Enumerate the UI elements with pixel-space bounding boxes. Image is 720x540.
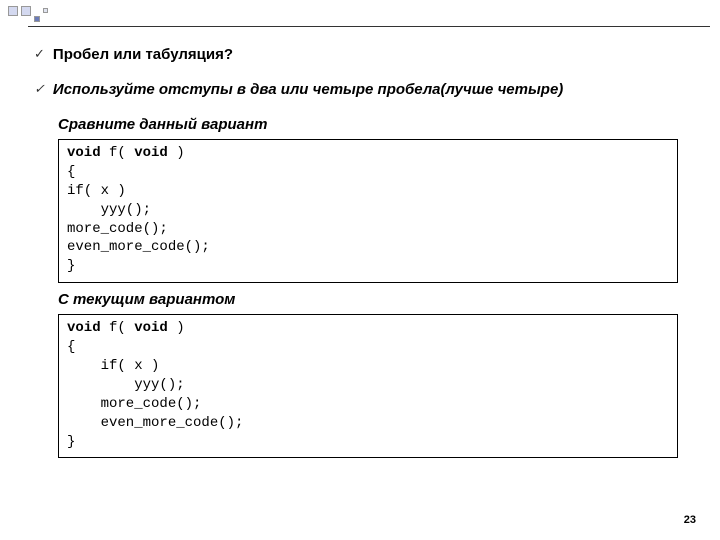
code-block-2: void f( void ) { if( x ) yyy(); more_cod… [58, 314, 678, 458]
code-keyword: void [67, 145, 101, 161]
code-line: if( x ) [67, 183, 126, 199]
code-text: ) [168, 145, 185, 161]
code-text: f( [101, 320, 135, 336]
code-line: { [67, 164, 75, 180]
check-icon: ✓ [34, 46, 45, 62]
code-line: } [67, 434, 75, 450]
compare-heading-1: Сравните данный вариант [58, 116, 678, 133]
code-text: f( [101, 145, 135, 161]
code-keyword: void [134, 320, 168, 336]
page-number: 23 [684, 514, 696, 526]
bullet-heading-1: ✓ Пробел или табуляция? [58, 46, 678, 63]
slide-decoration [8, 6, 48, 22]
code-line: yyy(); [67, 202, 151, 218]
code-keyword: void [67, 320, 101, 336]
deco-square [21, 6, 31, 16]
slide-content: ✓ Пробел или табуляция? ✓ Используйте от… [0, 0, 720, 458]
compare-heading-2: С текущим вариантом [58, 291, 678, 308]
code-block-1: void f( void ) { if( x ) yyy(); more_cod… [58, 139, 678, 283]
code-text: ) [168, 320, 185, 336]
code-line: even_more_code(); [67, 415, 243, 431]
code-line: } [67, 258, 75, 274]
deco-square [8, 6, 18, 16]
code-line: more_code(); [67, 221, 168, 237]
horizontal-rule [28, 26, 710, 27]
bullet-text: Пробел или табуляция? [53, 46, 233, 63]
deco-square-small [34, 16, 40, 22]
code-line: yyy(); [67, 377, 185, 393]
deco-square-tiny [43, 8, 48, 13]
check-icon: ✓ [34, 81, 45, 97]
bullet-heading-2: ✓ Используйте отступы в два или четыре п… [58, 81, 678, 98]
code-line: even_more_code(); [67, 239, 210, 255]
code-line: if( x ) [67, 358, 159, 374]
code-line: { [67, 339, 75, 355]
bullet-text: Используйте отступы в два или четыре про… [53, 81, 563, 98]
code-line: more_code(); [67, 396, 201, 412]
code-keyword: void [134, 145, 168, 161]
